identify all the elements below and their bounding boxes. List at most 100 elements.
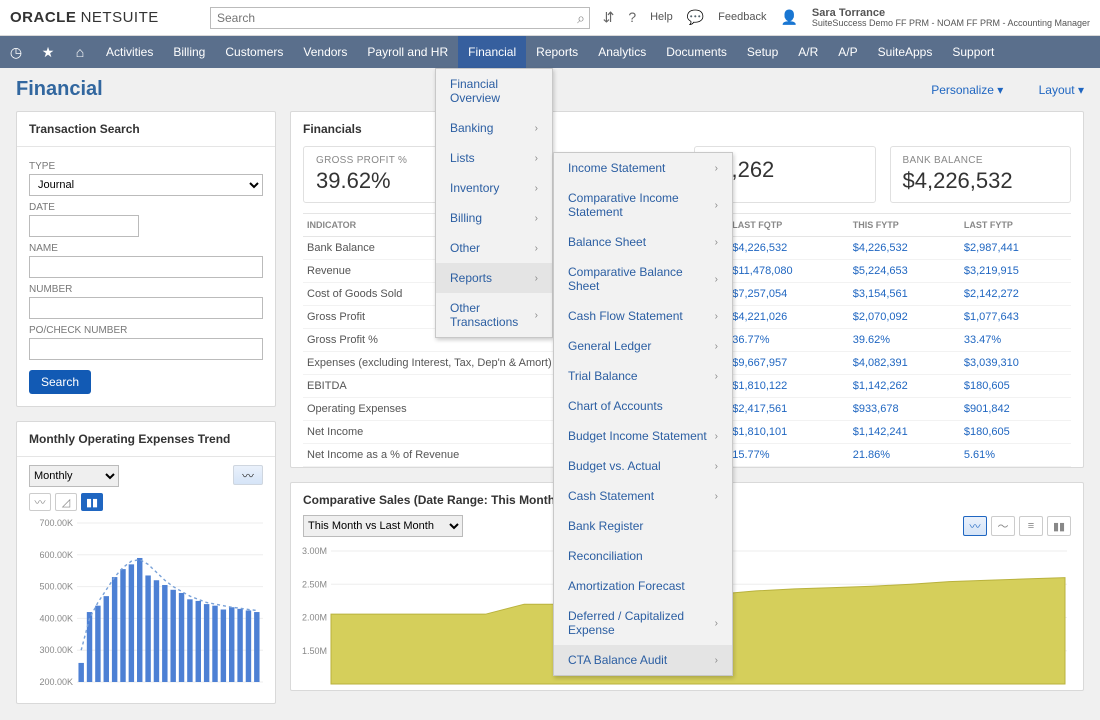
menu-comp-balance[interactable]: Comparative Balance Sheet› xyxy=(554,257,732,301)
chart-line-icon[interactable]: 〜 xyxy=(991,516,1015,536)
menu-cash-statement[interactable]: Cash Statement› xyxy=(554,481,732,511)
cell-last-fytp: $3,039,310 xyxy=(960,352,1071,375)
menu-comp-income[interactable]: Comparative Income Statement› xyxy=(554,183,732,227)
kpi-value: $4,226,532 xyxy=(903,168,1059,194)
nav-setup[interactable]: Setup xyxy=(737,36,788,68)
kpi-bank-balance: BANK BALANCE $4,226,532 xyxy=(890,146,1072,203)
ts-number-label: NUMBER xyxy=(29,284,263,295)
chevron-right-icon: › xyxy=(535,273,538,284)
chevron-right-icon: › xyxy=(535,123,538,134)
trend-range-select[interactable]: Monthly xyxy=(29,465,119,487)
ts-title: Transaction Search xyxy=(17,112,275,147)
menu-amortization[interactable]: Amortization Forecast xyxy=(554,571,732,601)
cell-last-fytp: $180,605 xyxy=(960,375,1071,398)
cell-last-fytp: $3,219,915 xyxy=(960,260,1071,283)
nav-financial[interactable]: Financial xyxy=(458,36,526,68)
nav-suiteapps[interactable]: SuiteApps xyxy=(868,36,943,68)
nav-activities[interactable]: Activities xyxy=(96,36,163,68)
chart-bar-icon[interactable]: ▮▮ xyxy=(81,493,103,511)
cs-range-select[interactable]: This Month vs Last Month xyxy=(303,515,463,537)
search-button[interactable]: Search xyxy=(29,370,91,394)
menu-balance-sheet[interactable]: Balance Sheet› xyxy=(554,227,732,257)
menu-deferred[interactable]: Deferred / Capitalized Expense› xyxy=(554,601,732,645)
menu-trial-balance[interactable]: Trial Balance› xyxy=(554,361,732,391)
chevron-right-icon: › xyxy=(715,274,718,285)
menu-cashflow[interactable]: Cash Flow Statement› xyxy=(554,301,732,331)
menu-coa[interactable]: Chart of Accounts xyxy=(554,391,732,421)
menu-budget-income[interactable]: Budget Income Statement› xyxy=(554,421,732,451)
menu-bank-register[interactable]: Bank Register xyxy=(554,511,732,541)
menu-cta-balance[interactable]: CTA Balance Audit› xyxy=(554,645,732,675)
layout-link[interactable]: Layout ▾ xyxy=(1023,83,1084,97)
user-block[interactable]: Sara Torrance SuiteSuccess Demo FF PRM -… xyxy=(812,7,1090,29)
cell-last-fytp: $901,842 xyxy=(960,398,1071,421)
kpi-label: BANK BALANCE xyxy=(903,155,1059,166)
chart-list-icon[interactable]: ≡ xyxy=(1019,516,1043,536)
personalize-link[interactable]: Personalize ▾ xyxy=(915,83,1003,97)
feedback-link[interactable]: Feedback xyxy=(718,11,766,23)
menu-other[interactable]: Other› xyxy=(436,233,552,263)
nav-vendors[interactable]: Vendors xyxy=(293,36,357,68)
role-switch-icon[interactable]: ⇵ xyxy=(603,9,615,26)
svg-text:500.00K: 500.00K xyxy=(39,582,73,592)
chevron-right-icon: › xyxy=(715,655,718,666)
cell-this-fytp: $1,142,241 xyxy=(849,421,960,444)
nav-payroll-hr[interactable]: Payroll and HR xyxy=(357,36,458,68)
chart-area-icon[interactable]: ◿ xyxy=(55,493,77,511)
ts-date-input[interactable] xyxy=(29,215,139,237)
recent-icon[interactable]: ◷ xyxy=(0,44,32,61)
chevron-right-icon: › xyxy=(715,491,718,502)
menu-budget-actual[interactable]: Budget vs. Actual› xyxy=(554,451,732,481)
cell-last-fytp: $180,605 xyxy=(960,421,1071,444)
chart-bar-icon[interactable]: ▮▮ xyxy=(1047,516,1071,536)
cell-last-fytp: $2,987,441 xyxy=(960,237,1071,260)
menu-gl[interactable]: General Ledger› xyxy=(554,331,732,361)
ts-pocheck-input[interactable] xyxy=(29,338,263,360)
chart-line-icon[interactable]: 〰 xyxy=(29,493,51,511)
ts-name-input[interactable] xyxy=(29,256,263,278)
menu-lists[interactable]: Lists› xyxy=(436,143,552,173)
cell-this-fytp: $2,070,092 xyxy=(849,306,960,329)
menu-inventory[interactable]: Inventory› xyxy=(436,173,552,203)
cell-this-fytp: 39.62% xyxy=(849,329,960,352)
cell-this-fytp: $4,082,391 xyxy=(849,352,960,375)
search-icon[interactable]: ⌕ xyxy=(577,10,585,27)
cell-last-fytp: $1,077,643 xyxy=(960,306,1071,329)
home-icon[interactable]: ⌂ xyxy=(64,44,96,60)
user-icon[interactable]: 👤 xyxy=(780,9,797,26)
chevron-right-icon: › xyxy=(715,237,718,248)
nav-billing[interactable]: Billing xyxy=(163,36,215,68)
ts-type-select[interactable]: Journal xyxy=(29,174,263,196)
cell-this-fytp: $4,226,532 xyxy=(849,237,960,260)
chevron-right-icon: › xyxy=(535,183,538,194)
cell-this-fytp: $3,154,561 xyxy=(849,283,960,306)
favorites-icon[interactable]: ★ xyxy=(32,44,64,61)
menu-income-statement[interactable]: Income Statement› xyxy=(554,153,732,183)
nav-documents[interactable]: Documents xyxy=(656,36,737,68)
search-input[interactable] xyxy=(210,7,590,29)
nav-ar[interactable]: A/R xyxy=(788,36,828,68)
fin-title: Financials xyxy=(291,112,1083,146)
menu-financial-overview[interactable]: Financial Overview xyxy=(436,69,552,113)
menu-reconciliation[interactable]: Reconciliation xyxy=(554,541,732,571)
help-link[interactable]: Help xyxy=(650,11,673,23)
nav-analytics[interactable]: Analytics xyxy=(588,36,656,68)
nav-customers[interactable]: Customers xyxy=(215,36,293,68)
nav-support[interactable]: Support xyxy=(942,36,1004,68)
nav-ap[interactable]: A/P xyxy=(828,36,867,68)
menu-other-transactions[interactable]: Other Transactions› xyxy=(436,293,552,337)
ts-number-input[interactable] xyxy=(29,297,263,319)
global-search[interactable]: ⌕ xyxy=(210,7,590,29)
trend-spark-icon[interactable]: 〰 xyxy=(233,465,263,485)
ts-type-label: TYPE xyxy=(29,161,263,172)
chart-area-icon[interactable]: 〰 xyxy=(963,516,987,536)
nav-reports[interactable]: Reports xyxy=(526,36,588,68)
feedback-icon[interactable]: 💬 xyxy=(687,9,704,26)
menu-reports[interactable]: Reports› xyxy=(436,263,552,293)
user-role: SuiteSuccess Demo FF PRM - NOAM FF PRM -… xyxy=(812,18,1090,28)
help-icon[interactable]: ? xyxy=(628,9,636,25)
menu-billing[interactable]: Billing› xyxy=(436,203,552,233)
svg-text:2.50M: 2.50M xyxy=(302,579,327,589)
menu-banking[interactable]: Banking› xyxy=(436,113,552,143)
cell-last-fqtp: $4,226,532 xyxy=(728,237,848,260)
